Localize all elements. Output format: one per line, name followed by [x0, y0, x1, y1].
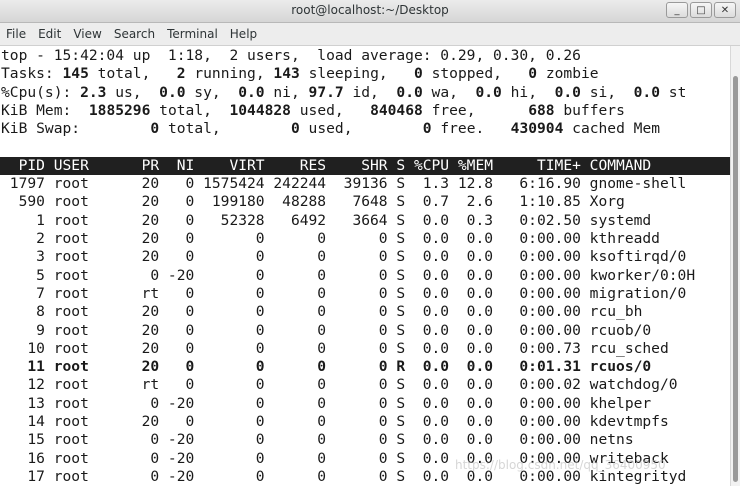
close-button[interactable]: ✕ — [714, 2, 736, 18]
process-row: 8 root 20 0 0 0 0 S 0.0 0.0 0:00.00 rcu_… — [1, 303, 643, 321]
summary-cpu: %Cpu(s): 2.3 us, 0.0 sy, 0.0 ni, 97.7 id… — [1, 83, 687, 101]
process-row: 13 root 0 -20 0 0 0 S 0.0 0.0 0:00.00 kh… — [1, 394, 652, 412]
process-row: 9 root 20 0 0 0 0 S 0.0 0.0 0:00.00 rcuo… — [1, 321, 652, 339]
process-table-header: PID USER PR NI VIRT RES SHR S %CPU %MEM … — [1, 156, 696, 174]
watermark-text: https://blog.csdn.net/qq_36400950 — [455, 458, 666, 472]
process-row: 12 root rt 0 0 0 0 S 0.0 0.0 0:00.02 wat… — [1, 376, 678, 394]
menu-search[interactable]: Search — [108, 23, 161, 45]
process-row: 14 root 20 0 0 0 0 S 0.0 0.0 0:00.00 kde… — [1, 413, 669, 430]
scrollbar-thumb[interactable] — [733, 76, 738, 482]
process-row: 7 root rt 0 0 0 0 S 0.0 0.0 0:00.00 migr… — [1, 284, 687, 302]
menu-bar: File Edit View Search Terminal Help — [0, 23, 740, 46]
title-bar: root@localhost:~/Desktop _ □ ✕ — [0, 0, 740, 23]
maximize-button[interactable]: □ — [690, 2, 712, 18]
summary-tasks: Tasks: 145 total, 2 running, 143 sleepin… — [1, 65, 599, 83]
window-controls: _ □ ✕ — [666, 2, 736, 18]
process-row: 10 root 20 0 0 0 0 S 0.0 0.0 0:00.73 rcu… — [1, 339, 669, 357]
menu-edit[interactable]: Edit — [32, 23, 67, 45]
terminal-output[interactable]: top - 15:42:04 up 1:18, 2 users, load av… — [0, 46, 730, 486]
summary-mem: KiB Mem: 1885296 total, 1044828 used, 84… — [1, 101, 625, 119]
menu-view[interactable]: View — [67, 23, 107, 45]
process-row: 11 root 20 0 0 0 0 R 0.0 0.0 0:01.31 rcu… — [1, 358, 652, 376]
menu-help[interactable]: Help — [224, 23, 263, 45]
menu-file[interactable]: File — [0, 23, 32, 45]
process-row: 2 root 20 0 0 0 0 S 0.0 0.0 0:00.00 kthr… — [1, 230, 660, 247]
process-row: 3 root 20 0 0 0 0 S 0.0 0.0 0:00.00 ksof… — [1, 248, 687, 266]
summary-uptime: top - 15:42:04 up 1:18, 2 users, load av… — [1, 47, 581, 64]
menu-terminal[interactable]: Terminal — [161, 23, 224, 45]
terminal-scrollbar[interactable] — [730, 46, 740, 486]
summary-swap: KiB Swap: 0 total, 0 used, 0 free. 43090… — [1, 120, 661, 138]
process-row: 1 root 20 0 52328 6492 3664 S 0.0 0.3 0:… — [1, 211, 652, 229]
process-row: 590 root 20 0 199180 48288 7648 S 0.7 2.… — [1, 193, 625, 211]
process-row: 15 root 0 -20 0 0 0 S 0.0 0.0 0:00.00 ne… — [1, 431, 634, 449]
window-title: root@localhost:~/Desktop — [291, 3, 449, 17]
process-row: 1797 root 20 0 1575424 242244 39136 S 1.… — [1, 175, 687, 193]
minimize-button[interactable]: _ — [666, 2, 688, 18]
process-row: 5 root 0 -20 0 0 0 S 0.0 0.0 0:00.00 kwo… — [1, 266, 696, 284]
